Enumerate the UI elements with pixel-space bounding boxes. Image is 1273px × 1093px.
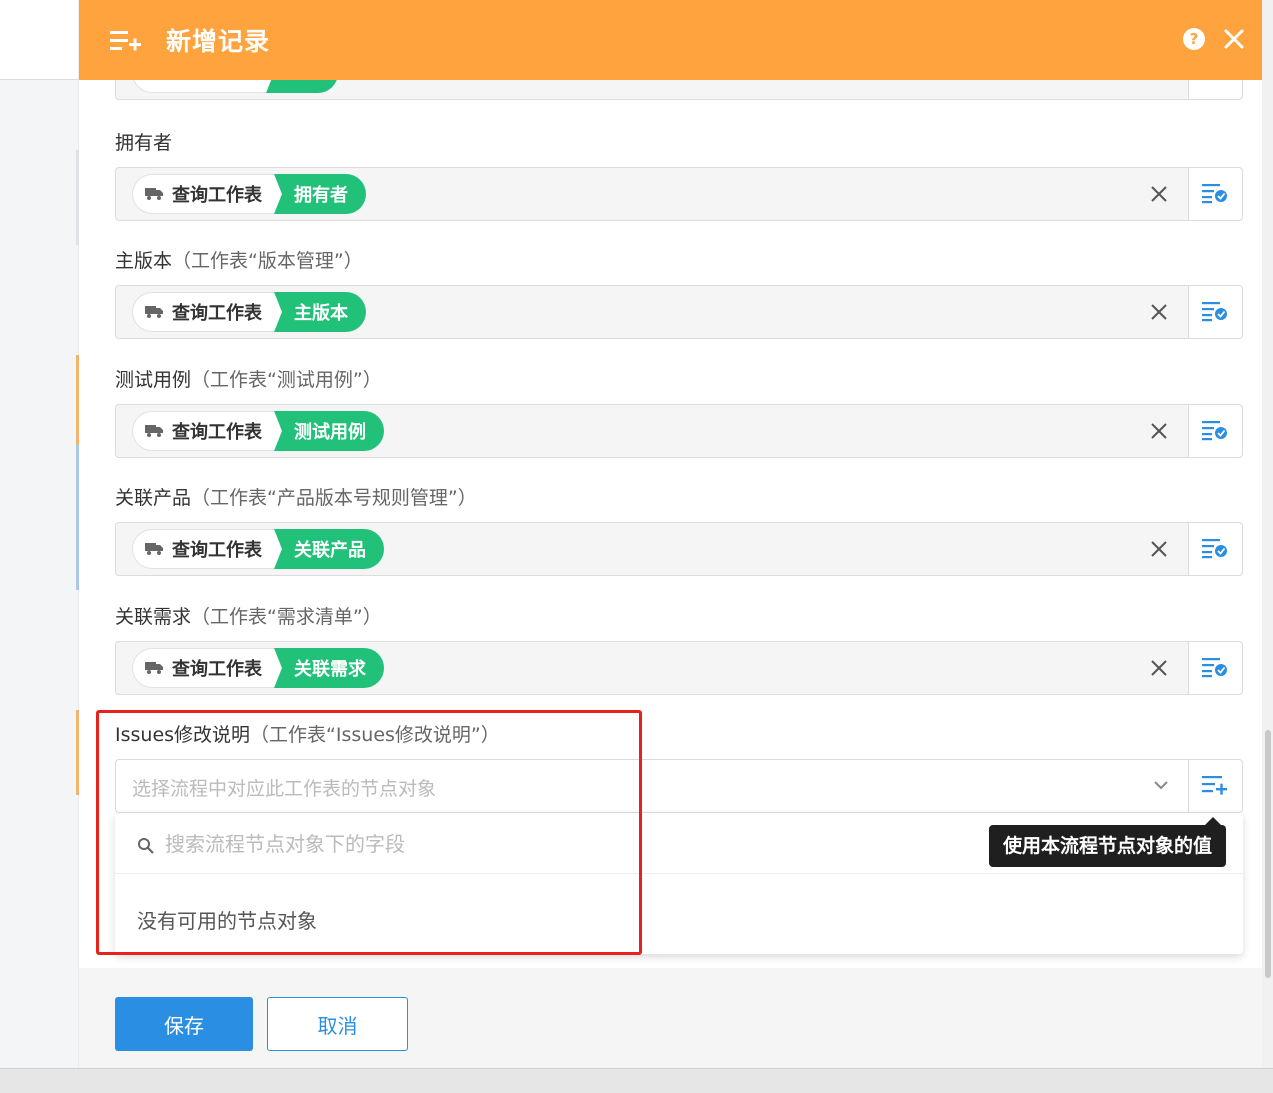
tag-source: 查询工作表 xyxy=(132,292,280,332)
search-icon xyxy=(138,838,154,854)
field-value-icon xyxy=(1202,658,1227,678)
field-value-button[interactable] xyxy=(1188,286,1242,338)
scrollbar[interactable] xyxy=(1265,730,1271,978)
new-record-dialog: 新增记录 ? 拥有者 查询工作表 拥有者 主版本（工作表“版本管理”） 查询工作… xyxy=(79,0,1262,1068)
add-field-button[interactable] xyxy=(1188,760,1242,812)
clear-icon[interactable] xyxy=(1148,183,1170,205)
field-label: 测试用例（工作表“测试用例”） xyxy=(115,369,382,391)
dialog-body: 拥有者 查询工作表 拥有者 主版本（工作表“版本管理”） 查询工作表 主版本 测… xyxy=(79,46,1262,968)
field-value-icon xyxy=(1202,302,1227,322)
dialog-header: 新增记录 ? xyxy=(79,0,1262,80)
tag-source: 查询工作表 xyxy=(132,648,280,688)
value-tag: 查询工作表 拥有者 xyxy=(132,174,366,214)
tag-target: 主版本 xyxy=(274,292,366,332)
tag-target: 测试用例 xyxy=(274,411,384,451)
background-header xyxy=(0,0,78,80)
field-value-icon xyxy=(1202,421,1227,441)
field-label: 拥有者 xyxy=(115,132,173,154)
help-icon[interactable]: ? xyxy=(1183,28,1205,50)
background-taskbar xyxy=(0,1068,1273,1093)
field-value-button[interactable] xyxy=(1188,168,1242,220)
node-object-select[interactable]: 选择流程中对应此工作表的节点对象 xyxy=(115,759,1243,813)
chevron-down-icon[interactable] xyxy=(1152,778,1170,792)
value-tag: 查询工作表 主版本 xyxy=(132,292,366,332)
tag-target: 关联产品 xyxy=(274,529,384,569)
truck-icon xyxy=(145,662,163,674)
field-input[interactable]: 查询工作表 关联需求 xyxy=(115,641,1243,695)
truck-icon xyxy=(145,425,163,437)
select-placeholder: 选择流程中对应此工作表的节点对象 xyxy=(132,778,437,800)
field-input[interactable]: 查询工作表 主版本 xyxy=(115,285,1243,339)
tag-target: 拥有者 xyxy=(274,174,366,214)
value-tag: 查询工作表 测试用例 xyxy=(132,411,384,451)
truck-icon xyxy=(145,188,163,200)
cancel-button[interactable]: 取消 xyxy=(267,997,408,1051)
field-value-icon xyxy=(1202,184,1227,204)
tag-source: 查询工作表 xyxy=(132,411,280,451)
save-button[interactable]: 保存 xyxy=(115,997,253,1051)
tag-source: 查询工作表 xyxy=(132,174,280,214)
issues-field-label: Issues修改说明（工作表“Issues修改说明”） xyxy=(115,724,500,746)
search-input[interactable] xyxy=(165,827,765,861)
field-value-icon xyxy=(1202,539,1227,559)
field-label: 主版本（工作表“版本管理”） xyxy=(115,250,363,272)
tag-source: 查询工作表 xyxy=(132,529,280,569)
clear-icon[interactable] xyxy=(1148,657,1170,679)
clear-icon[interactable] xyxy=(1148,301,1170,323)
value-tag: 查询工作表 关联产品 xyxy=(132,529,384,569)
tooltip: 使用本流程节点对象的值 xyxy=(989,817,1227,867)
field-value-button[interactable] xyxy=(1188,405,1242,457)
add-field-icon xyxy=(1202,776,1227,795)
field-input[interactable]: 查询工作表 拥有者 xyxy=(115,167,1243,221)
value-tag: 查询工作表 关联需求 xyxy=(132,648,384,688)
field-value-button[interactable] xyxy=(1188,523,1242,575)
field-input[interactable]: 查询工作表 测试用例 xyxy=(115,404,1243,458)
empty-message: 没有可用的节点对象 xyxy=(137,909,317,933)
field-label: 关联需求（工作表“需求清单”） xyxy=(115,606,382,628)
clear-icon[interactable] xyxy=(1148,538,1170,560)
truck-icon xyxy=(145,306,163,318)
dialog-title: 新增记录 xyxy=(166,27,271,56)
clear-icon[interactable] xyxy=(1148,420,1170,442)
field-value-button[interactable] xyxy=(1188,642,1242,694)
tag-target: 关联需求 xyxy=(274,648,384,688)
field-input[interactable]: 查询工作表 关联产品 xyxy=(115,522,1243,576)
truck-icon xyxy=(145,543,163,555)
dialog-footer: 保存 取消 xyxy=(79,968,1262,1068)
add-record-icon xyxy=(110,31,141,51)
field-label: 关联产品（工作表“产品版本号规则管理”） xyxy=(115,487,477,509)
close-icon[interactable] xyxy=(1219,24,1249,54)
background-page xyxy=(0,0,78,1070)
